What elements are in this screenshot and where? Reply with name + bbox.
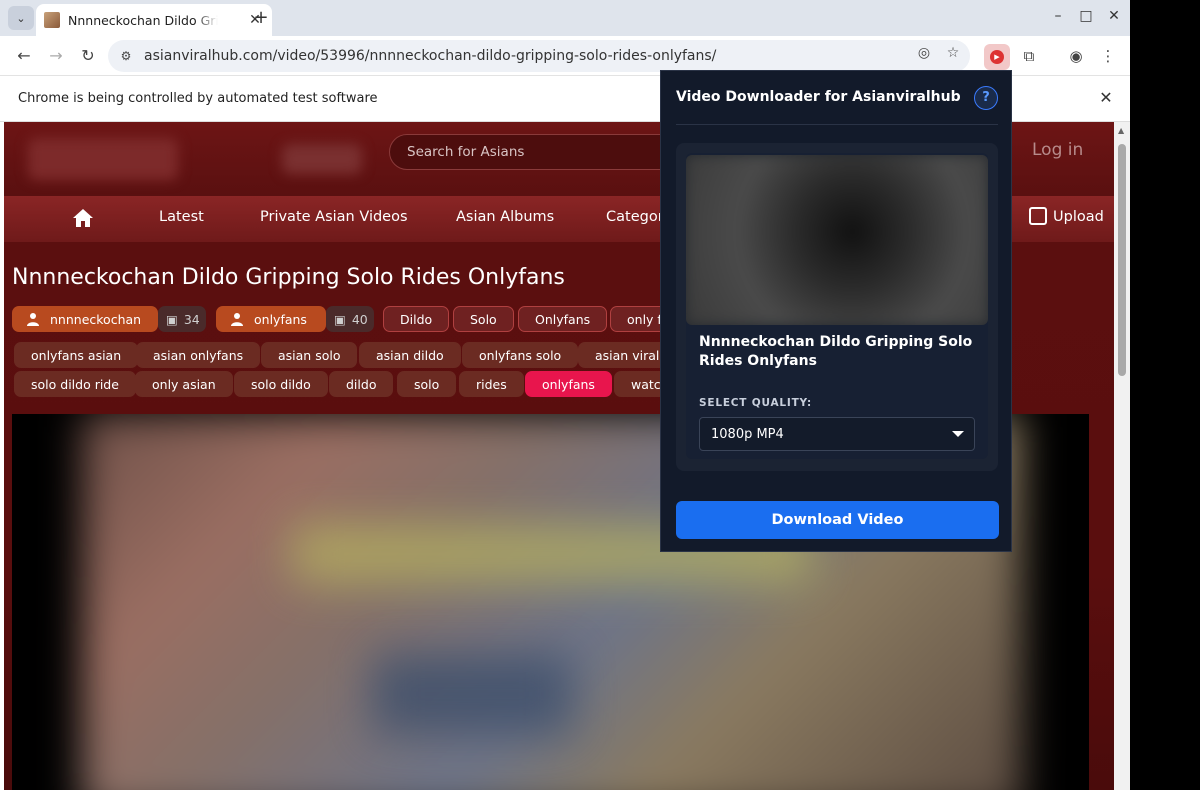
browser-tab[interactable]: Nnnneckochan Dildo Gripping Solo Rides O…	[36, 4, 272, 36]
person-icon	[27, 313, 39, 326]
tag-chip[interactable]: asian dildo	[359, 342, 461, 368]
chevron-down-icon: ⌄	[16, 11, 26, 25]
tag-chip[interactable]: onlyfans asian	[14, 342, 139, 368]
infobar-text: Chrome is being controlled by automated …	[18, 91, 378, 106]
rss-icon: ▣	[334, 311, 346, 327]
model-name: nnnneckochan	[50, 311, 142, 327]
new-tab-button[interactable]: +	[250, 7, 272, 29]
video-card: Nnnneckochan Dildo Gripping Solo Rides O…	[676, 143, 998, 471]
eye-off-icon[interactable]: ◎	[915, 44, 933, 62]
browser-window: ⌄ Nnnneckochan Dildo Gripping Solo Rides…	[0, 0, 1130, 790]
desktop-background	[1130, 0, 1200, 790]
quality-select[interactable]: 1080p MP4	[699, 417, 975, 451]
model-name: onlyfans	[254, 311, 307, 327]
minimize-button[interactable]: –	[1048, 8, 1068, 24]
url-text: asianviralhub.com/video/53996/nnnneckoch…	[144, 48, 717, 64]
search-input[interactable]: Search for Asians	[389, 134, 689, 170]
tag-chip[interactable]: asian solo	[261, 342, 358, 368]
back-icon[interactable]: ←	[12, 44, 36, 68]
site-info-icon[interactable]: ⚙	[118, 48, 134, 64]
nav-latest[interactable]: Latest	[159, 209, 204, 225]
video-downloader-extension-icon[interactable]: ▶	[984, 44, 1010, 70]
divider	[676, 124, 998, 125]
nav-private-videos[interactable]: Private Asian Videos	[260, 209, 408, 225]
tag-chip[interactable]: dildo	[329, 371, 394, 397]
close-window-button[interactable]: ✕	[1104, 8, 1124, 24]
menu-kebab-icon[interactable]: ⋮	[1097, 45, 1119, 67]
quality-value: 1080p MP4	[711, 426, 784, 442]
video-frame-shadow	[372, 654, 572, 734]
tag-chip[interactable]: only asian	[135, 371, 233, 397]
home-icon[interactable]	[72, 208, 94, 228]
play-icon: ▶	[990, 50, 1004, 64]
tag-chip[interactable]: onlyfans solo	[462, 342, 579, 368]
model-count-value: 34	[183, 311, 200, 327]
tag-chip[interactable]: solo dildo	[234, 371, 328, 397]
search-placeholder: Search for Asians	[407, 144, 525, 160]
nav-albums[interactable]: Asian Albums	[456, 209, 554, 225]
download-video-button[interactable]: Download Video	[676, 501, 999, 539]
rss-icon: ▣	[166, 311, 178, 327]
category-chip[interactable]: Solo	[453, 306, 514, 332]
bookmark-star-icon[interactable]: ☆	[944, 44, 962, 62]
model-count: ▣ 34	[158, 306, 206, 332]
login-link[interactable]: Log in	[1032, 140, 1083, 160]
page-scrollbar[interactable]: ▲	[1114, 122, 1130, 790]
model-count: ▣ 40	[326, 306, 374, 332]
scrollbar-thumb[interactable]	[1118, 144, 1126, 376]
model-chip[interactable]: nnnneckochan	[12, 306, 158, 332]
tab-strip: ⌄ Nnnneckochan Dildo Gripping Solo Rides…	[0, 0, 1130, 36]
popup-title: Video Downloader for Asianviralhub	[676, 89, 961, 105]
address-bar[interactable]: ⚙ asianviralhub.com/video/53996/nnnnecko…	[108, 40, 970, 72]
popup-video-title: Nnnneckochan Dildo Gripping Solo Rides O…	[699, 334, 973, 369]
site-logo-secondary	[282, 144, 362, 174]
tag-chip-active[interactable]: onlyfans	[525, 371, 612, 397]
category-chip[interactable]: Onlyfans	[518, 306, 608, 332]
site-logo[interactable]	[28, 138, 178, 180]
video-thumbnail	[686, 155, 988, 325]
tag-chip[interactable]: asian onlyfans	[136, 342, 261, 368]
person-icon	[231, 313, 243, 326]
profile-icon[interactable]: ◉	[1065, 45, 1087, 67]
extensions-puzzle-icon[interactable]: ⧉	[1018, 45, 1040, 67]
nav-upload[interactable]: Upload	[1053, 209, 1104, 225]
thumbnail-image	[686, 155, 988, 325]
forward-icon[interactable]: →	[44, 44, 68, 68]
scroll-up-icon[interactable]: ▲	[1118, 126, 1124, 135]
maximize-button[interactable]: □	[1076, 8, 1096, 24]
model-count-value: 40	[351, 311, 368, 327]
upload-icon	[1029, 207, 1047, 225]
tag-chip[interactable]: solo	[397, 371, 457, 397]
tag-chip[interactable]: rides	[459, 371, 524, 397]
quality-label: SELECT QUALITY:	[699, 397, 813, 409]
reload-icon[interactable]: ↻	[76, 44, 100, 68]
model-chip[interactable]: onlyfans	[216, 306, 326, 332]
category-chip[interactable]: Dildo	[383, 306, 450, 332]
favicon-icon	[44, 12, 60, 28]
extension-popup: Video Downloader for Asianviralhub ? Nnn…	[660, 70, 1012, 552]
caret-down-icon	[952, 431, 964, 437]
tab-title: Nnnneckochan Dildo Gripping Solo Rides O…	[68, 12, 218, 28]
tag-chip[interactable]: solo dildo ride	[14, 371, 136, 397]
tab-search-button[interactable]: ⌄	[8, 6, 34, 30]
video-title: Nnnneckochan Dildo Gripping Solo Rides O…	[12, 265, 565, 290]
close-infobar-icon[interactable]: ✕	[1096, 88, 1116, 107]
help-button[interactable]: ?	[974, 86, 998, 110]
